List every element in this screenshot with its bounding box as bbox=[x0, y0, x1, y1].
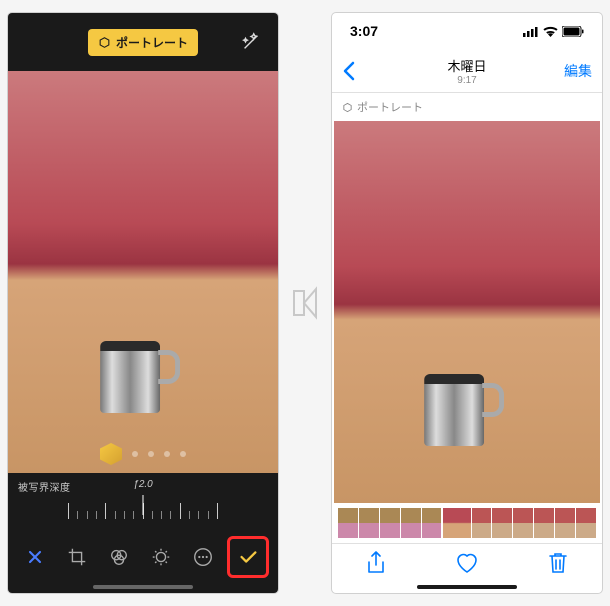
photo-canvas[interactable] bbox=[8, 71, 278, 473]
crop-button[interactable] bbox=[59, 539, 95, 575]
thumbnail[interactable] bbox=[492, 508, 512, 538]
photo-view-screen: 3:07 木曜日 9:17 編集 ポートレート bbox=[332, 13, 602, 593]
thumbnail[interactable] bbox=[359, 508, 379, 538]
done-button[interactable] bbox=[227, 536, 269, 578]
filters-button[interactable] bbox=[101, 539, 137, 575]
thumbnail[interactable] bbox=[534, 508, 554, 538]
thumbnail[interactable] bbox=[472, 508, 492, 538]
fstop-value: ƒ2.0 bbox=[133, 479, 152, 490]
photo-display[interactable] bbox=[334, 121, 600, 503]
trash-icon bbox=[548, 551, 568, 575]
photo-edit-screen: ポートレート 被写界深度 ƒ2.0 bbox=[8, 13, 278, 593]
thumbnail[interactable] bbox=[338, 508, 358, 538]
favorite-button[interactable] bbox=[455, 552, 479, 574]
thumbnail-strip[interactable] bbox=[332, 503, 602, 543]
home-indicator[interactable] bbox=[93, 585, 193, 589]
filter-selector[interactable] bbox=[100, 443, 186, 465]
portrait-mode-badge[interactable]: ポートレート bbox=[88, 29, 198, 56]
title-day: 木曜日 bbox=[447, 56, 486, 75]
auto-enhance-button[interactable] bbox=[240, 31, 262, 53]
portrait-tag-label: ポートレート bbox=[357, 99, 423, 115]
depth-control-row: 被写界深度 ƒ2.0 bbox=[8, 473, 278, 535]
slider-indicator bbox=[143, 495, 144, 515]
thumbnail[interactable] bbox=[513, 508, 533, 538]
edit-button[interactable]: 編集 bbox=[564, 61, 592, 81]
title-time: 9:17 bbox=[447, 75, 486, 86]
thumbnail[interactable] bbox=[576, 508, 596, 538]
delete-button[interactable] bbox=[548, 551, 568, 575]
thumbnail-selected[interactable] bbox=[443, 508, 471, 538]
photo-subject-mug bbox=[424, 361, 502, 446]
photo-subject-mug bbox=[100, 328, 178, 413]
transition-arrow-icon bbox=[290, 285, 320, 321]
cancel-button[interactable] bbox=[17, 539, 53, 575]
more-button[interactable] bbox=[185, 539, 221, 575]
thumbnail[interactable] bbox=[422, 508, 442, 538]
portrait-badge-label: ポートレート bbox=[116, 34, 188, 51]
battery-icon bbox=[562, 26, 584, 37]
view-toolbar bbox=[332, 543, 602, 593]
chevron-left-icon bbox=[342, 60, 356, 82]
thumbnail[interactable] bbox=[401, 508, 421, 538]
portrait-filter-icon[interactable] bbox=[100, 443, 122, 465]
adjust-button[interactable] bbox=[143, 539, 179, 575]
depth-label: 被写界深度 bbox=[18, 479, 71, 494]
thumbnail[interactable] bbox=[380, 508, 400, 538]
cube-icon bbox=[98, 36, 111, 49]
share-button[interactable] bbox=[366, 551, 386, 575]
status-bar: 3:07 bbox=[332, 13, 602, 49]
status-time: 3:07 bbox=[350, 23, 378, 39]
portrait-tag: ポートレート bbox=[332, 93, 602, 121]
signal-icon bbox=[523, 26, 539, 37]
thumbnail[interactable] bbox=[555, 508, 575, 538]
edit-header: ポートレート bbox=[8, 13, 278, 71]
view-header: 木曜日 9:17 編集 bbox=[332, 49, 602, 93]
heart-icon bbox=[455, 552, 479, 574]
wifi-icon bbox=[543, 26, 558, 37]
home-indicator[interactable] bbox=[417, 585, 517, 589]
cube-icon bbox=[342, 102, 353, 113]
check-icon bbox=[237, 546, 259, 568]
photo-title: 木曜日 9:17 bbox=[447, 56, 486, 86]
edit-toolbar bbox=[8, 535, 278, 593]
share-icon bbox=[366, 551, 386, 575]
back-button[interactable] bbox=[342, 60, 356, 82]
